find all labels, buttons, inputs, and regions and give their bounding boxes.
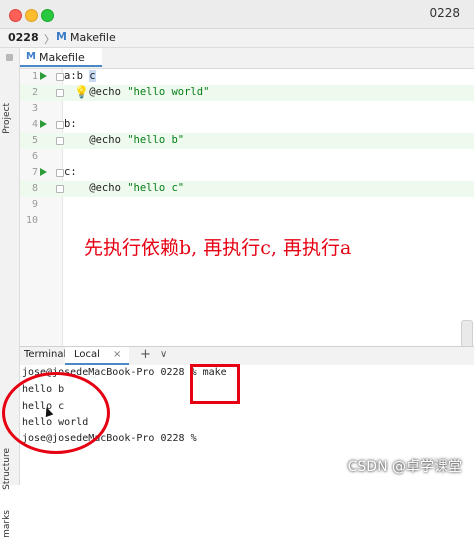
- code-text: @echo "hello b": [64, 134, 184, 146]
- code-line[interactable]: 9: [20, 197, 474, 213]
- code-line[interactable]: 5 @echo "hello b": [20, 133, 474, 149]
- line-number: 6: [31, 151, 38, 162]
- run-target-icon[interactable]: [40, 120, 47, 128]
- target-text: a:b: [64, 70, 90, 82]
- code-line[interactable]: 6: [20, 149, 474, 165]
- command-text: @echo: [64, 86, 128, 98]
- code-text: b:: [64, 118, 77, 130]
- project-tool-tab[interactable]: Project: [2, 103, 12, 134]
- tab-makefile[interactable]: M Makefile: [20, 48, 102, 67]
- breadcrumb-project[interactable]: 0228: [8, 31, 39, 44]
- line-number: 3: [31, 103, 38, 114]
- red-annotation-text: 先执行依赖b, 再执行c, 再执行a: [84, 237, 352, 259]
- command-text: @echo: [64, 182, 128, 194]
- code-text: a:b c: [64, 70, 96, 82]
- code-text: @echo "hello world": [64, 86, 209, 98]
- code-line[interactable]: 8 @echo "hello c": [20, 181, 474, 197]
- red-highlight-box: [190, 364, 240, 404]
- fold-marker-icon[interactable]: [56, 169, 64, 177]
- code-line[interactable]: 7 c:: [20, 165, 474, 181]
- line-number: 7: [31, 167, 38, 178]
- zoom-window-button[interactable]: [41, 9, 54, 22]
- tab-terminal-local[interactable]: Local ×: [65, 347, 129, 365]
- line-number: 2: [31, 87, 38, 98]
- command-text: @echo: [64, 134, 128, 146]
- code-text: c:: [64, 166, 77, 178]
- string-literal: "hello c": [127, 182, 185, 194]
- fold-marker-icon[interactable]: [56, 137, 64, 145]
- code-editor[interactable]: 1 a:b c 2 💡 @echo "hello world" 3 4 b: 5…: [20, 69, 474, 346]
- bookmarks-tool-tab[interactable]: marks: [2, 510, 12, 538]
- code-text: @echo "hello c": [64, 182, 184, 194]
- terminal-header: Terminal: Local × + ∨: [20, 346, 474, 366]
- line-number: 9: [31, 199, 38, 210]
- line-number: 8: [31, 183, 38, 194]
- close-icon[interactable]: ×: [113, 349, 121, 360]
- run-target-icon[interactable]: [40, 168, 47, 176]
- code-line[interactable]: 1 a:b c: [20, 69, 474, 85]
- minimize-window-button[interactable]: [25, 9, 38, 22]
- fold-marker-icon[interactable]: [56, 185, 64, 193]
- code-line[interactable]: 4 b:: [20, 117, 474, 133]
- structure-tool-tab[interactable]: Structure: [2, 448, 12, 490]
- line-number: 4: [31, 119, 38, 130]
- dependency-text: c: [89, 70, 96, 82]
- makefile-icon: M: [26, 51, 36, 62]
- breadcrumb-file[interactable]: Makefile: [70, 31, 116, 44]
- breadcrumb: 0228 〉 M Makefile: [0, 29, 474, 48]
- breadcrumb-separator: 〉: [44, 33, 55, 46]
- fold-marker-icon[interactable]: [56, 89, 64, 97]
- makefile-icon: M: [56, 30, 67, 43]
- terminal-tab-label: Local: [74, 349, 100, 360]
- chevron-down-icon[interactable]: ∨: [160, 349, 167, 360]
- tab-label: Makefile: [39, 51, 85, 64]
- code-line[interactable]: 10: [20, 213, 474, 229]
- line-number: 10: [25, 215, 38, 226]
- editor-tab-bar: M Makefile: [20, 48, 474, 69]
- string-literal: "hello b": [127, 134, 185, 146]
- string-literal: "hello world": [127, 86, 210, 98]
- terminal-title: Terminal:: [24, 349, 70, 360]
- add-terminal-button[interactable]: +: [140, 347, 151, 362]
- close-window-button[interactable]: [9, 9, 22, 22]
- run-target-icon[interactable]: [40, 72, 47, 80]
- line-number: 1: [31, 71, 38, 82]
- watermark: CSDN @卓学课堂: [347, 459, 462, 475]
- line-number: 5: [31, 135, 38, 146]
- fold-marker-icon[interactable]: [56, 121, 64, 129]
- window-title: 0228: [429, 6, 460, 20]
- window-titlebar: 0228: [0, 0, 474, 29]
- code-line[interactable]: 3: [20, 101, 474, 117]
- red-highlight-ellipse: [2, 372, 110, 454]
- code-line[interactable]: 2 💡 @echo "hello world": [20, 85, 474, 101]
- fold-marker-icon[interactable]: [56, 73, 64, 81]
- project-tool-icon[interactable]: [6, 54, 13, 61]
